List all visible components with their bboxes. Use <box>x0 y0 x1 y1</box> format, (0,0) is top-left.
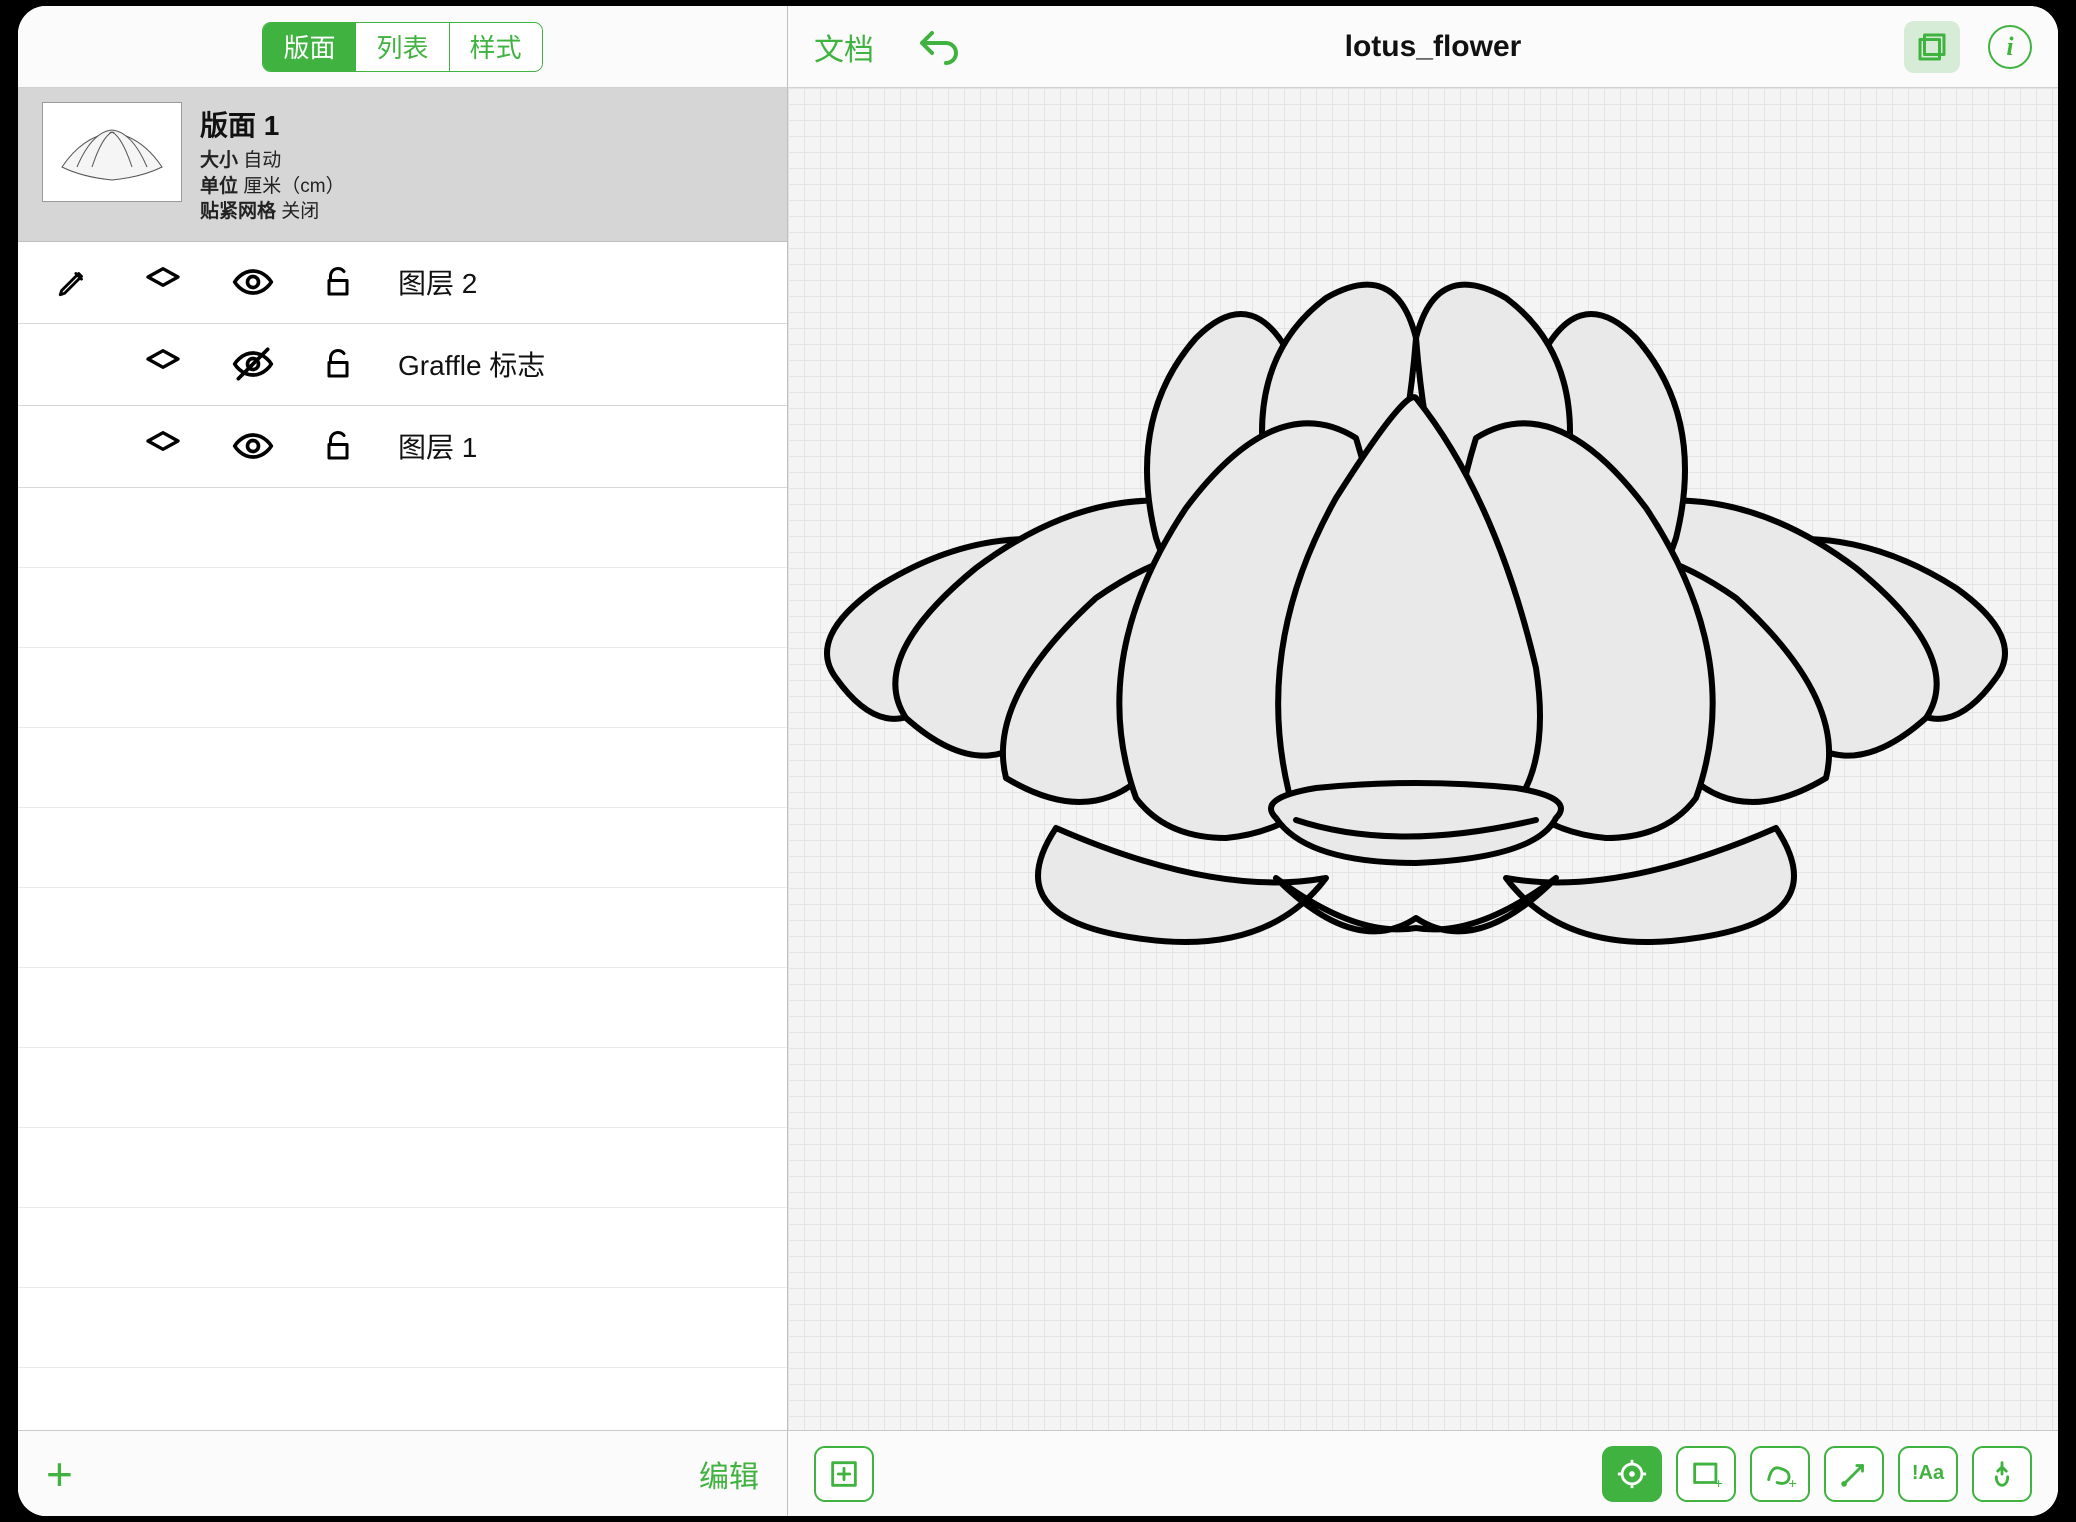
sidebar-toolbar: 版面 列表 样式 <box>18 6 787 88</box>
empty-row <box>18 1048 787 1128</box>
sidebar-bottom-toolbar: + 编辑 <box>18 1430 787 1516</box>
main-bottom-toolbar: + + !Aa <box>788 1430 2058 1516</box>
layer-name-label: Graffle 标志 <box>388 344 545 384</box>
layer-name-label: 图层 2 <box>388 262 477 302</box>
layer-row[interactable]: Graffle 标志 <box>18 324 787 406</box>
layer-icon[interactable] <box>128 262 198 302</box>
rectangle-tool[interactable]: + <box>1676 1446 1736 1502</box>
undo-icon[interactable] <box>914 23 962 71</box>
layer-icon[interactable] <box>128 426 198 466</box>
canvas-card[interactable]: 版面 1 大小 自动 单位 厘米（cm） 贴紧网格 关闭 <box>18 88 787 242</box>
empty-row <box>18 968 787 1048</box>
add-shape-button[interactable] <box>814 1446 874 1502</box>
empty-row <box>18 488 787 568</box>
canvases-icon[interactable] <box>1904 21 1960 73</box>
layers-list: 图层 2 Graffle 标志 <box>18 242 787 1430</box>
layer-row[interactable]: 图层 2 <box>18 242 787 324</box>
canvas-title: 版面 1 <box>200 104 345 144</box>
touch-tool[interactable] <box>1972 1446 2032 1502</box>
empty-row <box>18 808 787 888</box>
lock-icon[interactable] <box>308 346 368 382</box>
svg-text:+: + <box>1789 1476 1797 1491</box>
tab-canvases[interactable]: 版面 <box>263 23 356 71</box>
app-window: 版面 列表 样式 版面 <box>18 6 2058 1516</box>
edit-button[interactable]: 编辑 <box>699 1452 759 1496</box>
canvas[interactable] <box>788 88 2058 1430</box>
canvas-thumbnail <box>42 102 182 202</box>
empty-row <box>18 888 787 968</box>
empty-row <box>18 1208 787 1288</box>
layer-row[interactable]: 图层 1 <box>18 406 787 488</box>
line-tool[interactable] <box>1824 1446 1884 1502</box>
svg-text:+: + <box>1715 1476 1723 1491</box>
selection-tool[interactable] <box>1602 1446 1662 1502</box>
lotus-drawing[interactable] <box>796 238 2036 958</box>
empty-row <box>18 1288 787 1368</box>
freehand-tool[interactable]: + <box>1750 1446 1810 1502</box>
empty-row <box>18 568 787 648</box>
main-pane: 文档 lotus_flower i <box>788 6 2058 1516</box>
lock-icon[interactable] <box>308 264 368 300</box>
info-icon[interactable]: i <box>1988 25 2032 69</box>
layer-icon[interactable] <box>128 344 198 384</box>
empty-row <box>18 1128 787 1208</box>
text-tool[interactable]: !Aa <box>1898 1446 1958 1502</box>
add-button[interactable]: + <box>46 1451 73 1497</box>
lock-icon[interactable] <box>308 428 368 464</box>
empty-row <box>18 648 787 728</box>
visibility-hidden-icon[interactable] <box>218 342 288 386</box>
text-tool-label: !Aa <box>1912 1462 1944 1485</box>
main-toolbar: 文档 lotus_flower i <box>788 6 2058 88</box>
pencil-icon[interactable] <box>38 265 108 299</box>
view-segmented-control: 版面 列表 样式 <box>262 22 542 72</box>
visibility-icon[interactable] <box>218 260 288 304</box>
tab-list[interactable]: 列表 <box>356 23 449 71</box>
tab-styles[interactable]: 样式 <box>450 23 542 71</box>
sidebar: 版面 列表 样式 版面 <box>18 6 788 1516</box>
empty-row <box>18 728 787 808</box>
canvas-meta: 大小 自动 单位 厘米（cm） 贴紧网格 关闭 <box>200 148 345 225</box>
layer-name-label: 图层 1 <box>388 426 477 466</box>
canvas-info: 版面 1 大小 自动 单位 厘米（cm） 贴紧网格 关闭 <box>200 102 345 225</box>
documents-button[interactable]: 文档 <box>814 25 874 69</box>
document-title[interactable]: lotus_flower <box>992 30 1874 64</box>
visibility-icon[interactable] <box>218 424 288 468</box>
